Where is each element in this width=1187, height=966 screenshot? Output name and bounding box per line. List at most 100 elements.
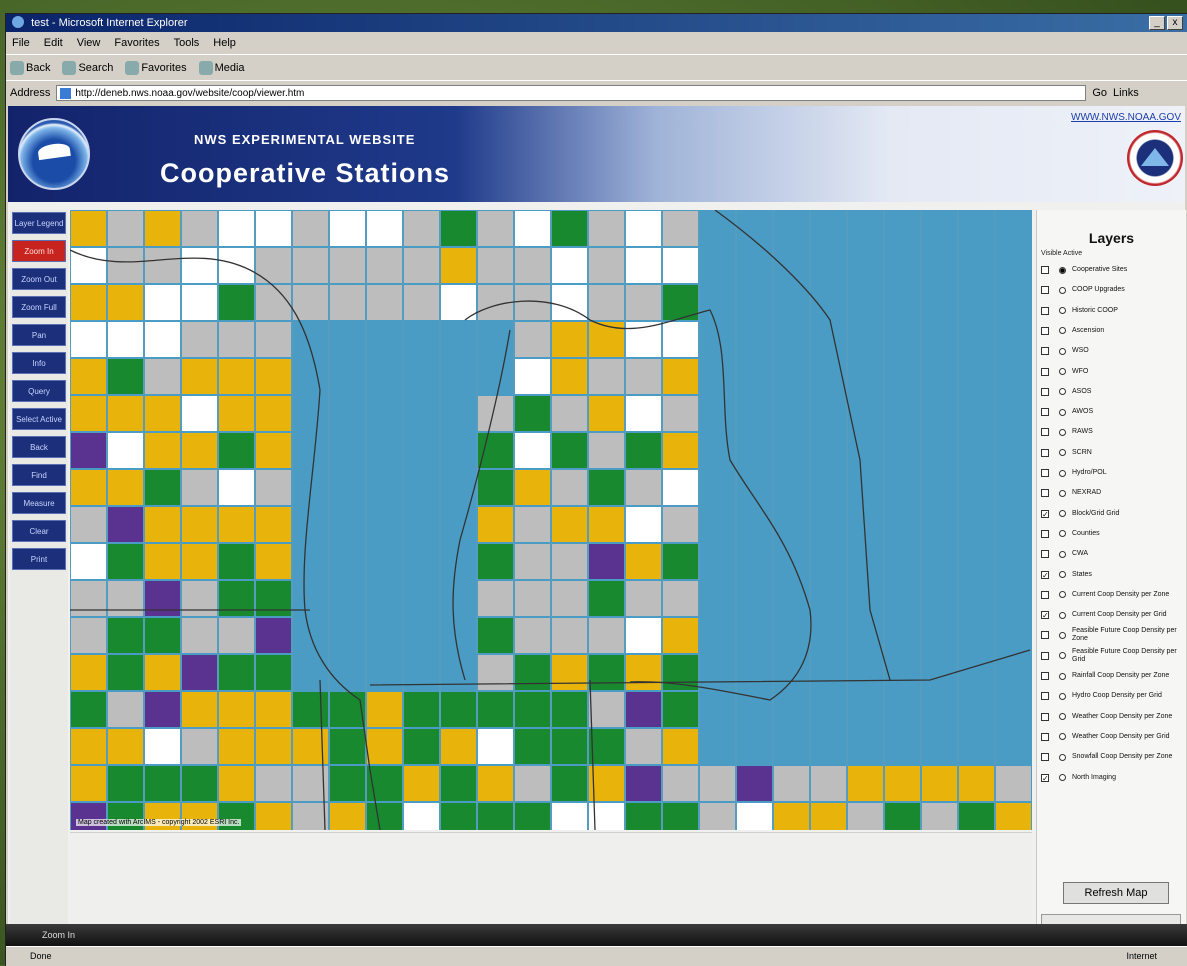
- density-grid-cell: [108, 581, 143, 616]
- layer-active-radio[interactable]: [1059, 428, 1066, 436]
- search-button[interactable]: Search: [62, 61, 113, 75]
- layer-active-radio[interactable]: [1059, 347, 1066, 355]
- layer-active-radio[interactable]: [1059, 327, 1066, 335]
- density-grid-cell: [515, 803, 550, 830]
- layer-visible-checkbox[interactable]: [1041, 692, 1049, 701]
- layer-active-radio[interactable]: [1059, 408, 1066, 416]
- minimize-button[interactable]: _: [1149, 16, 1165, 30]
- layer-visible-checkbox[interactable]: [1041, 550, 1049, 559]
- layer-active-radio[interactable]: [1059, 307, 1066, 315]
- density-grid-cell: [626, 507, 661, 542]
- layer-active-radio[interactable]: [1059, 469, 1066, 477]
- map-canvas[interactable]: [70, 210, 1032, 830]
- media-button[interactable]: Media: [198, 61, 245, 75]
- layer-active-radio[interactable]: [1059, 489, 1066, 497]
- nws-link[interactable]: WWW.NWS.NOAA.GOV: [1071, 112, 1181, 123]
- menu-file[interactable]: File: [10, 37, 32, 49]
- layer-visible-checkbox[interactable]: [1041, 529, 1049, 538]
- tool-back-button[interactable]: Back: [12, 436, 66, 458]
- tool-layer-legend-button[interactable]: Layer Legend: [12, 212, 66, 234]
- menu-tools[interactable]: Tools: [172, 37, 202, 49]
- density-grid-cell: [441, 766, 476, 801]
- menu-help[interactable]: Help: [211, 37, 238, 49]
- layer-label: Historic COOP: [1072, 306, 1118, 314]
- layer-active-radio[interactable]: [1059, 692, 1066, 700]
- density-grid-cell: [663, 544, 698, 579]
- layer-active-radio[interactable]: [1059, 753, 1066, 761]
- layer-visible-checkbox[interactable]: ✓: [1041, 509, 1049, 518]
- layer-visible-checkbox[interactable]: [1041, 469, 1049, 477]
- menu-edit[interactable]: Edit: [42, 37, 65, 49]
- address-input[interactable]: http://deneb.nws.noaa.gov/website/coop/v…: [56, 85, 1087, 101]
- layer-active-radio[interactable]: [1059, 266, 1066, 274]
- layer-visible-checkbox[interactable]: ✓: [1041, 611, 1049, 620]
- layer-visible-checkbox[interactable]: [1041, 753, 1049, 762]
- media-label: Media: [214, 61, 245, 74]
- layer-visible-checkbox[interactable]: [1041, 590, 1049, 599]
- tool-zoom-full-button[interactable]: Zoom Full: [12, 296, 66, 318]
- density-grid-cell: [663, 470, 698, 505]
- tool-pan-button[interactable]: Pan: [12, 324, 66, 346]
- links-button[interactable]: Links: [1113, 87, 1139, 99]
- layer-visible-checkbox[interactable]: [1041, 266, 1049, 274]
- tool-print-button[interactable]: Print: [12, 548, 66, 570]
- layer-visible-checkbox[interactable]: [1041, 387, 1049, 396]
- density-grid-cell: [145, 285, 180, 320]
- layer-visible-checkbox[interactable]: [1041, 631, 1049, 640]
- layer-active-radio[interactable]: [1059, 713, 1066, 721]
- layer-active-radio[interactable]: [1059, 368, 1066, 375]
- layer-visible-checkbox[interactable]: [1041, 408, 1049, 417]
- layer-active-radio[interactable]: [1059, 510, 1066, 518]
- layer-active-radio[interactable]: [1059, 571, 1066, 578]
- layer-active-radio[interactable]: [1059, 388, 1066, 396]
- go-button[interactable]: Go: [1092, 87, 1107, 99]
- layer-visible-checkbox[interactable]: [1041, 367, 1049, 376]
- layer-visible-checkbox[interactable]: [1041, 428, 1049, 437]
- layer-visible-checkbox[interactable]: [1041, 286, 1049, 295]
- tool-find-button[interactable]: Find: [12, 464, 66, 486]
- layer-active-radio[interactable]: [1059, 631, 1066, 639]
- layer-visible-checkbox[interactable]: ✓: [1041, 570, 1049, 579]
- layer-visible-checkbox[interactable]: ✓: [1041, 773, 1049, 782]
- tool-query-button[interactable]: Query: [12, 380, 66, 402]
- layer-active-radio[interactable]: [1059, 774, 1066, 781]
- layer-active-radio[interactable]: [1059, 611, 1066, 619]
- density-grid-cell: [367, 285, 402, 320]
- tool-select-active-button[interactable]: Select Active: [12, 408, 66, 430]
- density-grid-cell: [996, 766, 1031, 801]
- tool-info-button[interactable]: Info: [12, 352, 66, 374]
- refresh-map-button[interactable]: Refresh Map: [1063, 882, 1169, 904]
- close-button[interactable]: x: [1167, 16, 1183, 30]
- back-button[interactable]: Back: [10, 61, 50, 75]
- layer-visible-checkbox[interactable]: [1041, 732, 1049, 741]
- layer-active-radio[interactable]: [1059, 733, 1066, 741]
- layer-active-radio[interactable]: [1059, 652, 1066, 660]
- map-view[interactable]: Map created with ArcIMS - copyright 2002…: [70, 210, 1032, 830]
- layer-visible-checkbox[interactable]: [1041, 347, 1049, 356]
- layer-active-radio[interactable]: [1059, 672, 1066, 680]
- menu-favorites[interactable]: Favorites: [112, 37, 161, 49]
- tool-clear-button[interactable]: Clear: [12, 520, 66, 542]
- density-grid-cell: [71, 285, 106, 320]
- layer-active-radio[interactable]: [1059, 591, 1066, 599]
- layer-visible-checkbox[interactable]: [1041, 326, 1049, 335]
- layer-active-radio[interactable]: [1059, 550, 1066, 558]
- favorites-button[interactable]: Favorites: [125, 61, 187, 75]
- layer-row: ✓ Block/Grid Grid: [1041, 504, 1183, 524]
- layer-visible-checkbox[interactable]: [1041, 489, 1049, 498]
- layer-row: Snowfall Coop Density per Zone: [1041, 747, 1183, 767]
- layer-active-radio[interactable]: [1059, 530, 1066, 538]
- layer-visible-checkbox[interactable]: [1041, 306, 1049, 315]
- tool-zoom-in-button[interactable]: Zoom In: [12, 240, 66, 262]
- layer-active-radio[interactable]: [1059, 449, 1066, 457]
- tool-zoom-out-button[interactable]: Zoom Out: [12, 268, 66, 290]
- density-grid-cell: [219, 581, 254, 616]
- layer-visible-checkbox[interactable]: [1041, 672, 1049, 680]
- layer-active-radio[interactable]: [1059, 286, 1066, 294]
- menu-view[interactable]: View: [75, 37, 103, 49]
- density-grid-cell: [293, 248, 328, 283]
- layer-visible-checkbox[interactable]: [1041, 651, 1049, 660]
- tool-measure-button[interactable]: Measure: [12, 492, 66, 514]
- layer-visible-checkbox[interactable]: [1041, 712, 1049, 721]
- layer-visible-checkbox[interactable]: [1041, 448, 1049, 457]
